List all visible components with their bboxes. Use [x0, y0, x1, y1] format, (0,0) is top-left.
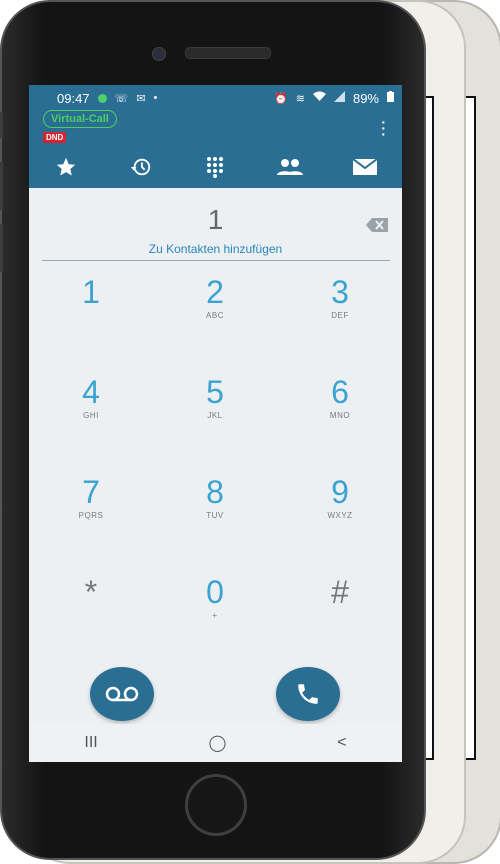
key-9[interactable]: 9 WXYZ: [278, 475, 402, 535]
key-1[interactable]: 1: [29, 275, 153, 335]
app-header: 09:47 ☏ ✉ • ⏰ ≋ 89% Virtual-Call DND · ·…: [29, 85, 402, 188]
key-hash[interactable]: #: [278, 575, 402, 635]
status-time: 09:47: [57, 90, 90, 106]
alarm-icon: ⏰: [274, 92, 288, 105]
voicemail-icon: [105, 686, 139, 702]
wifi-icon: [312, 91, 326, 105]
contacts-icon: [277, 159, 304, 175]
star-icon: [57, 157, 76, 176]
vibrate-icon: ≋: [295, 92, 305, 105]
mail-icon: [352, 158, 378, 175]
dialpad-icon: [207, 157, 224, 178]
key-5[interactable]: 5 JKL: [153, 375, 277, 435]
key-3[interactable]: 3 DEF: [278, 275, 402, 335]
key-letters: GHI: [83, 411, 99, 420]
mute-switch: [0, 112, 3, 138]
notification-icon: ☏: [114, 92, 129, 105]
dialed-number[interactable]: 1: [29, 204, 402, 236]
key-digit: 9: [331, 474, 349, 510]
number-divider: [42, 260, 390, 261]
notification-dot-icon: •: [153, 92, 158, 104]
backspace-icon[interactable]: [366, 218, 388, 237]
key-letters: JKL: [207, 411, 223, 420]
history-icon: [130, 158, 151, 176]
key-digit: #: [331, 574, 349, 610]
virtual-call-toggle[interactable]: Virtual-Call: [43, 110, 117, 128]
key-2[interactable]: 2 ABC: [153, 275, 277, 335]
back-nav-button[interactable]: <: [337, 734, 346, 752]
voicemail-button[interactable]: [90, 667, 154, 721]
front-camera: [152, 47, 166, 61]
key-letters: WXYZ: [327, 511, 353, 520]
app-screen: 09:47 ☏ ✉ • ⏰ ≋ 89% Virtual-Call DND · ·…: [29, 85, 402, 762]
key-letters: PQRS: [78, 511, 104, 520]
signal-icon: [333, 91, 345, 105]
battery-level: 89%: [352, 90, 379, 106]
app-status-dot: [97, 93, 107, 103]
phone-icon: [298, 684, 318, 704]
key-digit: 4: [82, 374, 100, 410]
home-nav-button[interactable]: ◯: [209, 733, 227, 753]
dnd-badge[interactable]: DND: [43, 132, 67, 143]
tab-favorites[interactable]: [29, 146, 104, 188]
key-digit: *: [84, 574, 98, 610]
key-digit: 0: [206, 574, 224, 610]
key-letters: ABC: [206, 311, 224, 320]
key-6[interactable]: 6 MNO: [278, 375, 402, 435]
key-7[interactable]: 7 PQRS: [29, 475, 153, 535]
key-digit: 5: [206, 374, 224, 410]
key-digit: 8: [206, 474, 224, 510]
number-display: 1 Zu Kontakten hinzufügen: [29, 188, 402, 261]
call-button[interactable]: [276, 667, 340, 721]
status-bar: 09:47 ☏ ✉ • ⏰ ≋ 89%: [29, 85, 402, 111]
key-4[interactable]: 4 GHI: [29, 375, 153, 435]
volume-down-button: [0, 224, 3, 272]
tab-messages[interactable]: [327, 146, 402, 188]
android-navbar: III ◯ <: [29, 724, 402, 762]
tab-dialpad[interactable]: [178, 146, 253, 188]
phone-frame: 09:47 ☏ ✉ • ⏰ ≋ 89% Virtual-Call DND · ·…: [0, 0, 426, 860]
volume-up-button: [0, 162, 3, 210]
key-letters: TUV: [206, 511, 224, 520]
key-digit: 3: [331, 274, 349, 310]
key-letters: MNO: [329, 411, 351, 420]
add-to-contacts-link[interactable]: Zu Kontakten hinzufügen: [29, 242, 402, 256]
tab-history[interactable]: [104, 146, 179, 188]
key-digit: 7: [82, 474, 100, 510]
tab-bar: [29, 146, 402, 188]
key-star[interactable]: *: [29, 575, 153, 635]
key-letters: DEF: [331, 311, 349, 320]
home-button[interactable]: [185, 774, 247, 836]
key-0[interactable]: 0 +: [153, 575, 277, 635]
tab-contacts[interactable]: [253, 146, 328, 188]
earpiece-speaker: [185, 47, 271, 59]
key-digit: 6: [331, 374, 349, 410]
key-digit: 2: [206, 274, 224, 310]
recent-apps-button[interactable]: III: [84, 734, 97, 752]
key-digit: 1: [82, 274, 100, 310]
more-vert-icon[interactable]: · · ·: [381, 115, 386, 141]
key-8[interactable]: 8 TUV: [153, 475, 277, 535]
key-letters: +: [212, 611, 218, 620]
notification-icon: ✉: [136, 92, 146, 105]
battery-icon: [387, 91, 394, 105]
